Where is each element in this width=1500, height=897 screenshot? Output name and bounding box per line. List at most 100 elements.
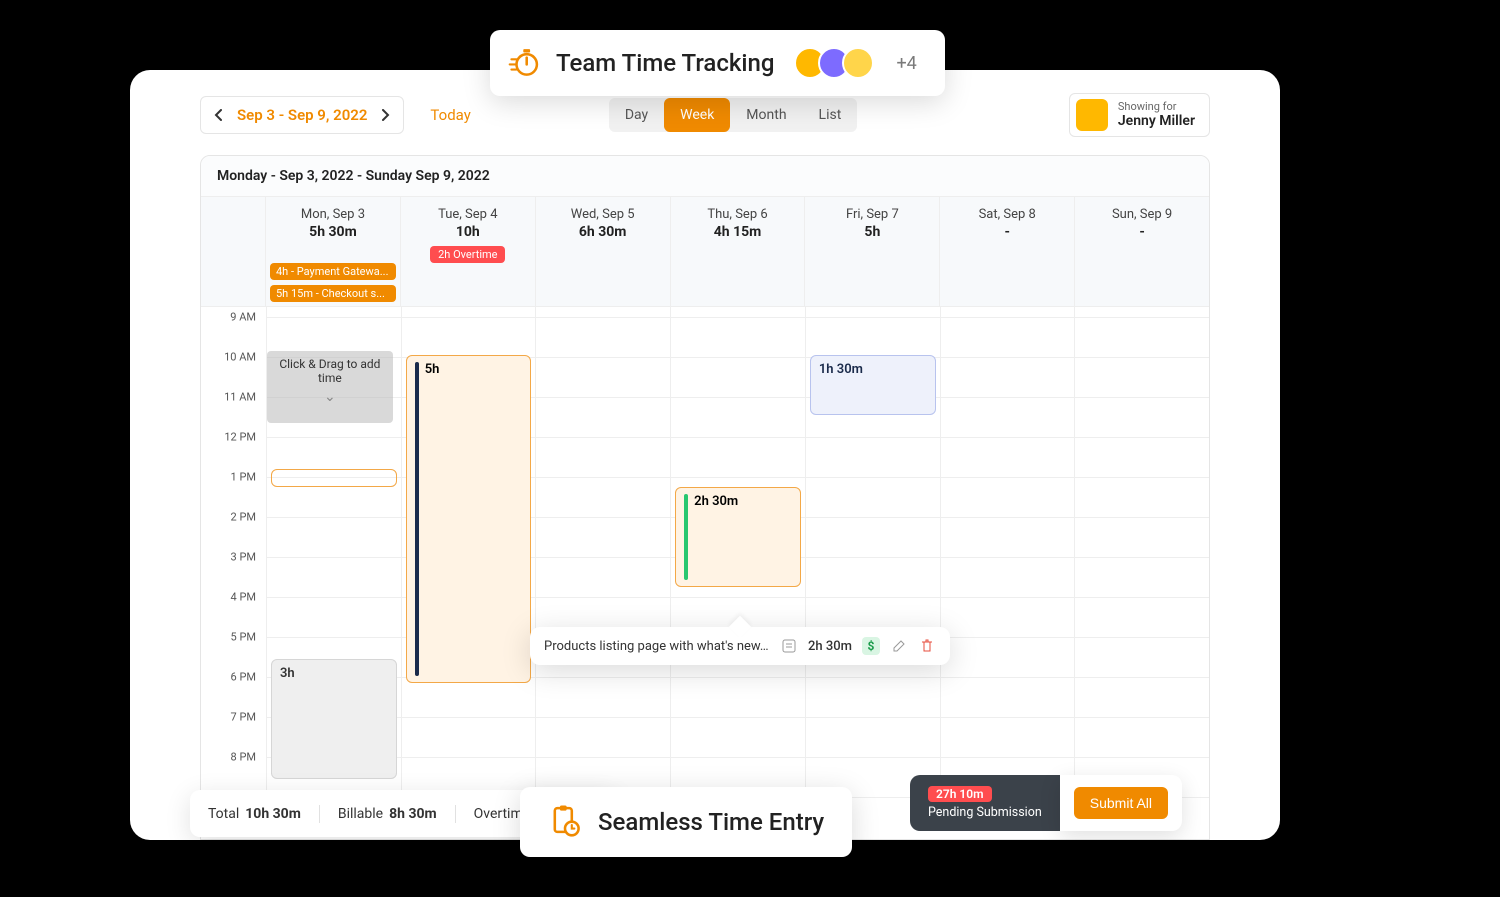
time-label: 6 PM: [231, 671, 256, 684]
pending-badge: 27h 10m: [928, 786, 992, 802]
day-total: 5h 30m: [270, 224, 396, 240]
prev-week-button[interactable]: [211, 107, 227, 123]
separator: [455, 805, 456, 823]
next-week-button[interactable]: [377, 107, 393, 123]
date-navigator: Sep 3 - Sep 9, 2022: [200, 96, 404, 134]
day-column[interactable]: [1074, 307, 1209, 827]
date-range-label[interactable]: Sep 3 - Sep 9, 2022: [237, 106, 367, 124]
day-head-mon: Mon, Sep 3 5h 30m 4h - Payment Gatewa...…: [266, 197, 401, 306]
time-label: 10 AM: [224, 351, 256, 364]
today-button[interactable]: Today: [430, 106, 470, 124]
time-entry[interactable]: 1h 30m: [810, 355, 936, 415]
clipboard-clock-icon: [548, 803, 582, 841]
note-icon[interactable]: [780, 637, 798, 655]
showing-for-selector[interactable]: Showing for Jenny Miller: [1069, 93, 1210, 137]
calendar-panel: Monday - Sep 3, 2022 - Sunday Sep 9, 202…: [200, 155, 1210, 840]
summary-total-label: Total: [208, 806, 239, 822]
time-gutter-header: [201, 197, 266, 306]
billable-icon[interactable]: $: [862, 637, 880, 655]
view-month[interactable]: Month: [730, 98, 802, 132]
time-label: 12 PM: [224, 431, 256, 444]
drag-hint: Click & Drag to add time⌄: [267, 351, 393, 423]
time-gutter: 9 AM 10 AM 11 AM 12 PM 1 PM 2 PM 3 PM 4 PM 5 PM 6…: [201, 307, 266, 827]
day-date: Wed, Sep 5: [540, 207, 666, 222]
day-head-thu: Thu, Sep 6 4h 15m: [671, 197, 806, 306]
time-label: 1 PM: [231, 471, 256, 484]
time-entry[interactable]: 5h: [406, 355, 532, 683]
time-label: 2 PM: [231, 511, 256, 524]
view-list[interactable]: List: [803, 98, 858, 132]
summary-total-value: 10h 30m: [245, 806, 301, 822]
day-total: 4h 15m: [675, 224, 801, 240]
showing-text: Showing for Jenny Miller: [1118, 100, 1195, 130]
view-switch: Day Week Month List: [609, 98, 857, 132]
time-label: 4 PM: [231, 591, 256, 604]
overtime-badge: 2h Overtime: [430, 246, 505, 263]
calendar-title: Monday - Sep 3, 2022 - Sunday Sep 9, 202…: [201, 156, 1209, 197]
day-head-fri: Fri, Sep 7 5h: [805, 197, 940, 306]
submit-all-button[interactable]: Submit All: [1074, 787, 1168, 819]
day-total: 10h: [405, 224, 531, 240]
edit-icon[interactable]: [890, 637, 908, 655]
bottom-callout: Seamless Time Entry: [520, 787, 852, 857]
day-column[interactable]: 5h: [401, 307, 536, 827]
pending-text: Pending Submission: [928, 805, 1042, 820]
day-head-sun: Sun, Sep 9 -: [1075, 197, 1209, 306]
day-date: Tue, Sep 4: [405, 207, 531, 222]
day-column[interactable]: [940, 307, 1075, 827]
avatar-overflow: +4: [896, 53, 916, 74]
pending-submission-bar: 27h 10m Pending Submission Submit All: [910, 775, 1280, 831]
summary-billable: Billable 8h 30m: [338, 806, 437, 822]
day-column[interactable]: Click & Drag to add time⌄ 3h: [266, 307, 401, 827]
app-window: Sep 3 - Sep 9, 2022 Today Day Week Month…: [130, 70, 1280, 840]
time-entry[interactable]: 3h: [271, 659, 397, 779]
day-total: 6h 30m: [540, 224, 666, 240]
day-column[interactable]: [535, 307, 670, 827]
day-date: Sat, Sep 8: [944, 207, 1070, 222]
summary-total: Total 10h 30m: [208, 806, 301, 822]
day-column[interactable]: 1h 30m: [805, 307, 940, 827]
mini-entry[interactable]: 4h - Payment Gatewa...: [270, 263, 396, 280]
day-headers: Mon, Sep 3 5h 30m 4h - Payment Gatewa...…: [201, 197, 1209, 307]
day-date: Thu, Sep 6: [675, 207, 801, 222]
stopwatch-icon: [508, 44, 542, 82]
showing-avatar: [1076, 99, 1108, 131]
delete-icon[interactable]: [918, 637, 936, 655]
calendar-grid[interactable]: 9 AM 10 AM 11 AM 12 PM 1 PM 2 PM 3 PM 4 PM 5 PM 6…: [201, 307, 1209, 827]
summary-billable-value: 8h 30m: [389, 806, 437, 822]
time-label: 9 AM: [230, 311, 256, 324]
day-total: 5h: [809, 224, 935, 240]
popover-title: Products listing page with what's new...: [544, 639, 770, 654]
view-day[interactable]: Day: [609, 98, 664, 132]
time-label: 7 PM: [231, 711, 256, 724]
time-entry-outline[interactable]: [271, 469, 397, 487]
summary-billable-label: Billable: [338, 806, 383, 822]
day-date: Mon, Sep 3: [270, 207, 396, 222]
avatar: [842, 47, 874, 79]
time-entry[interactable]: 2h 30m: [675, 487, 801, 587]
day-total: -: [944, 224, 1070, 240]
avatar-stack: [794, 47, 874, 79]
showing-name: Jenny Miller: [1118, 113, 1195, 130]
toolbar: Sep 3 - Sep 9, 2022 Today Day Week Month…: [200, 95, 1210, 135]
time-label: 11 AM: [224, 391, 256, 404]
bottom-callout-title: Seamless Time Entry: [598, 808, 824, 836]
day-head-tue: Tue, Sep 4 10h 2h Overtime: [401, 197, 536, 306]
view-week[interactable]: Week: [664, 98, 730, 132]
event-popover: Products listing page with what's new...…: [530, 627, 950, 665]
day-columns: Click & Drag to add time⌄ 3h5h 2h 30m 1h 30…: [266, 307, 1209, 827]
pending-action: Submit All: [1060, 775, 1182, 831]
day-total: -: [1079, 224, 1205, 240]
day-date: Fri, Sep 7: [809, 207, 935, 222]
separator: [319, 805, 320, 823]
day-column[interactable]: 2h 30m: [670, 307, 805, 827]
day-head-sat: Sat, Sep 8 -: [940, 197, 1075, 306]
mini-entry[interactable]: 5h 15m - Checkout s...: [270, 285, 396, 302]
day-date: Sun, Sep 9: [1079, 207, 1205, 222]
top-callout-title: Team Time Tracking: [556, 49, 774, 77]
pending-info: 27h 10m Pending Submission: [910, 775, 1060, 831]
time-label: 5 PM: [231, 631, 256, 644]
time-label: 3 PM: [231, 551, 256, 564]
time-label: 8 PM: [231, 751, 256, 764]
showing-label: Showing for: [1118, 100, 1195, 113]
